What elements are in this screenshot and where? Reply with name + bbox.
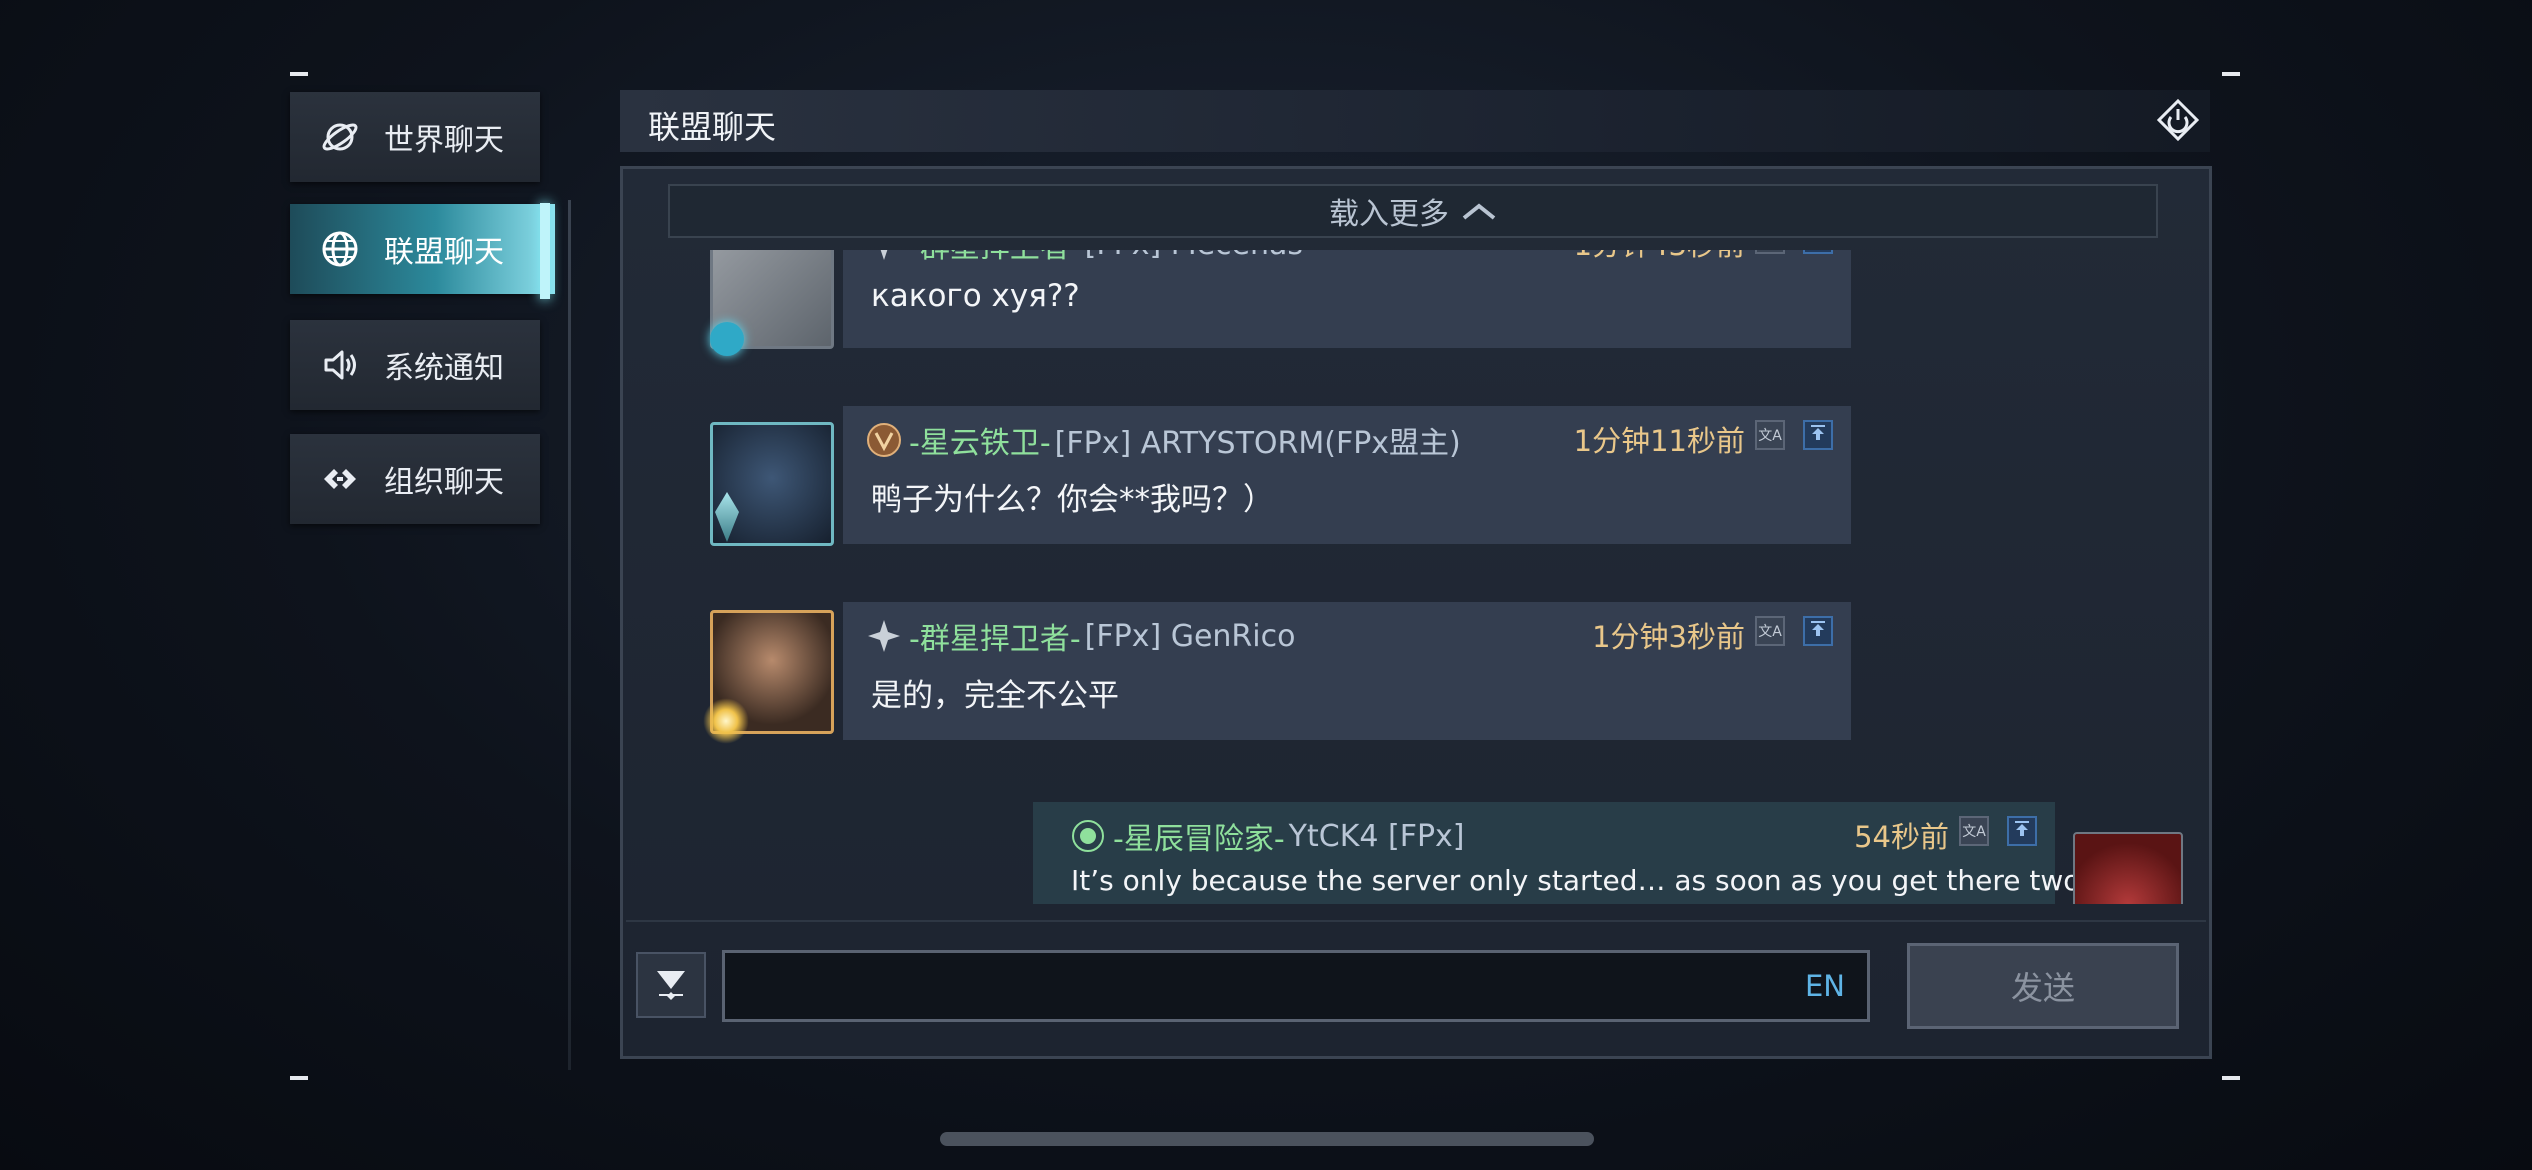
sender-title: -星云铁卫- <box>909 426 1051 461</box>
message-text: It’s only because the server only starte… <box>1071 864 2081 897</box>
globe-icon <box>310 229 370 269</box>
translate-icon: 文A <box>1758 428 1782 444</box>
message-item-own: -星辰冒险家- YtCK4 [FPx] 54秒前 文A It’s only be… <box>623 802 2209 904</box>
pin-button[interactable] <box>1803 616 1833 646</box>
translate-icon: 文A <box>1758 624 1782 640</box>
message-text: 是的，完全不公平 <box>871 678 1119 714</box>
translate-icon: 文A <box>1962 824 1986 840</box>
sidebar-item-label: 系统通知 <box>384 351 504 386</box>
translate-button[interactable]: 文A <box>1755 616 1785 646</box>
message-item: -星云铁卫- [FPx] ARTYSTORM(FPx盟主) 1分钟11秒前 文A… <box>623 406 2209 556</box>
message-sender: -星辰冒险家- YtCK4 [FPx] <box>1069 814 1465 858</box>
message-item: -群星捍卫者- [FPx] GenRico 1分钟3秒前 文A 是的，完全不公平 <box>623 602 2209 752</box>
message-time: 1分钟11秒前 <box>1573 424 1745 458</box>
sender-title: -群星捍卫者- <box>909 622 1081 657</box>
sender-name: YtCK4 [FPx] <box>1288 818 1465 854</box>
frame-corner-br <box>2222 1076 2240 1080</box>
frame-corner-tl <box>290 72 308 76</box>
message-item: -群星捍卫者- [FPx] Mecenas 1分钟43秒前 文A какого … <box>623 250 2209 360</box>
message-sender: -群星捍卫者- [FPx] Mecenas <box>865 250 1303 266</box>
arrow-up-icon <box>1809 424 1827 446</box>
message-text: 鸭子为什么？你会**我吗？） <box>871 482 1274 518</box>
planet-icon <box>310 117 370 157</box>
sidebar-item-org-chat[interactable]: 组织聊天 <box>290 434 540 524</box>
sender-title: -群星捍卫者- <box>909 250 1081 266</box>
chevron-up-icon <box>1461 194 1497 229</box>
sidebar-item-world-chat[interactable]: 世界聊天 <box>290 92 540 182</box>
frame-corner-tr <box>2222 72 2240 76</box>
sidebar-item-label: 世界聊天 <box>384 123 504 158</box>
translate-button[interactable]: 文A <box>1959 816 1989 846</box>
rank-emblem-icon <box>1069 817 1107 855</box>
sender-name: [FPx] ARTYSTORM(FPx盟主) <box>1054 426 1461 461</box>
badge-icon <box>710 322 744 356</box>
speaker-icon <box>310 345 370 385</box>
message-bubble: -星辰冒险家- YtCK4 [FPx] 54秒前 文A It’s only be… <box>1033 802 2080 904</box>
arrow-up-icon <box>1809 620 1827 642</box>
sidebar-item-system-notice[interactable]: 系统通知 <box>290 320 540 410</box>
page-title: 联盟聊天 <box>648 108 777 146</box>
rank-emblem-icon <box>865 617 903 655</box>
pin-button[interactable] <box>1803 250 1833 254</box>
message-time: 1分钟43秒前 <box>1574 250 1745 264</box>
sidebar-item-label: 组织聊天 <box>384 465 504 500</box>
chat-input[interactable] <box>739 953 1743 1015</box>
message-list[interactable]: -群星捍卫者- [FPx] Mecenas 1分钟43秒前 文A какого … <box>623 250 2209 904</box>
sender-name: [FPx] GenRico <box>1084 618 1296 654</box>
chat-input-box[interactable]: EN <box>722 950 1870 1022</box>
message-bubble: -群星捍卫者- [FPx] GenRico 1分钟3秒前 文A 是的，完全不公平 <box>843 602 1851 740</box>
rank-emblem-icon <box>865 250 903 263</box>
message-time: 1分钟3秒前 <box>1592 620 1745 654</box>
arrow-up-icon <box>2013 820 2031 842</box>
link-icon <box>310 459 370 499</box>
emoji-button[interactable] <box>636 952 706 1018</box>
load-more-label: 载入更多 <box>1329 197 1449 232</box>
message-time: 54秒前 <box>1854 820 1949 854</box>
translate-button[interactable]: 文A <box>1755 420 1785 450</box>
power-icon <box>2156 98 2200 146</box>
sidebar-divider <box>568 200 571 1070</box>
message-bubble: -星云铁卫- [FPx] ARTYSTORM(FPx盟主) 1分钟11秒前 文A… <box>843 406 1851 544</box>
chat-header: 联盟聊天 <box>620 90 2210 152</box>
home-indicator[interactable] <box>940 1132 1594 1146</box>
sender-title: -星辰冒险家- <box>1113 822 1285 857</box>
sidebar-item-label: 联盟聊天 <box>384 235 504 270</box>
frame-corner-bl <box>290 1076 308 1080</box>
message-bubble: -群星捍卫者- [FPx] Mecenas 1分钟43秒前 文A какого … <box>843 250 1851 348</box>
message-sender: -群星捍卫者- [FPx] GenRico <box>865 614 1295 658</box>
pin-button[interactable] <box>2007 816 2037 846</box>
language-toggle[interactable]: EN <box>1805 969 1845 1003</box>
exit-button[interactable] <box>2156 98 2200 146</box>
translate-button[interactable]: 文A <box>1755 250 1785 254</box>
badge-icon <box>703 698 749 744</box>
sender-name: [FPx] Mecenas <box>1085 250 1303 262</box>
sidebar-item-alliance-chat[interactable]: 联盟聊天 <box>290 204 555 294</box>
input-divider <box>626 920 2206 922</box>
load-more-button[interactable]: 载入更多 <box>668 184 2158 238</box>
rank-emblem-icon <box>865 421 903 459</box>
send-button[interactable]: 发送 <box>1907 943 2179 1029</box>
message-text: какого хуя?? <box>871 278 1080 314</box>
active-indicator <box>540 203 550 299</box>
message-sender: -星云铁卫- [FPx] ARTYSTORM(FPx盟主) <box>865 418 1461 462</box>
pin-button[interactable] <box>1803 420 1833 450</box>
chevron-down-icon <box>651 963 691 1007</box>
avatar[interactable] <box>2073 832 2183 904</box>
